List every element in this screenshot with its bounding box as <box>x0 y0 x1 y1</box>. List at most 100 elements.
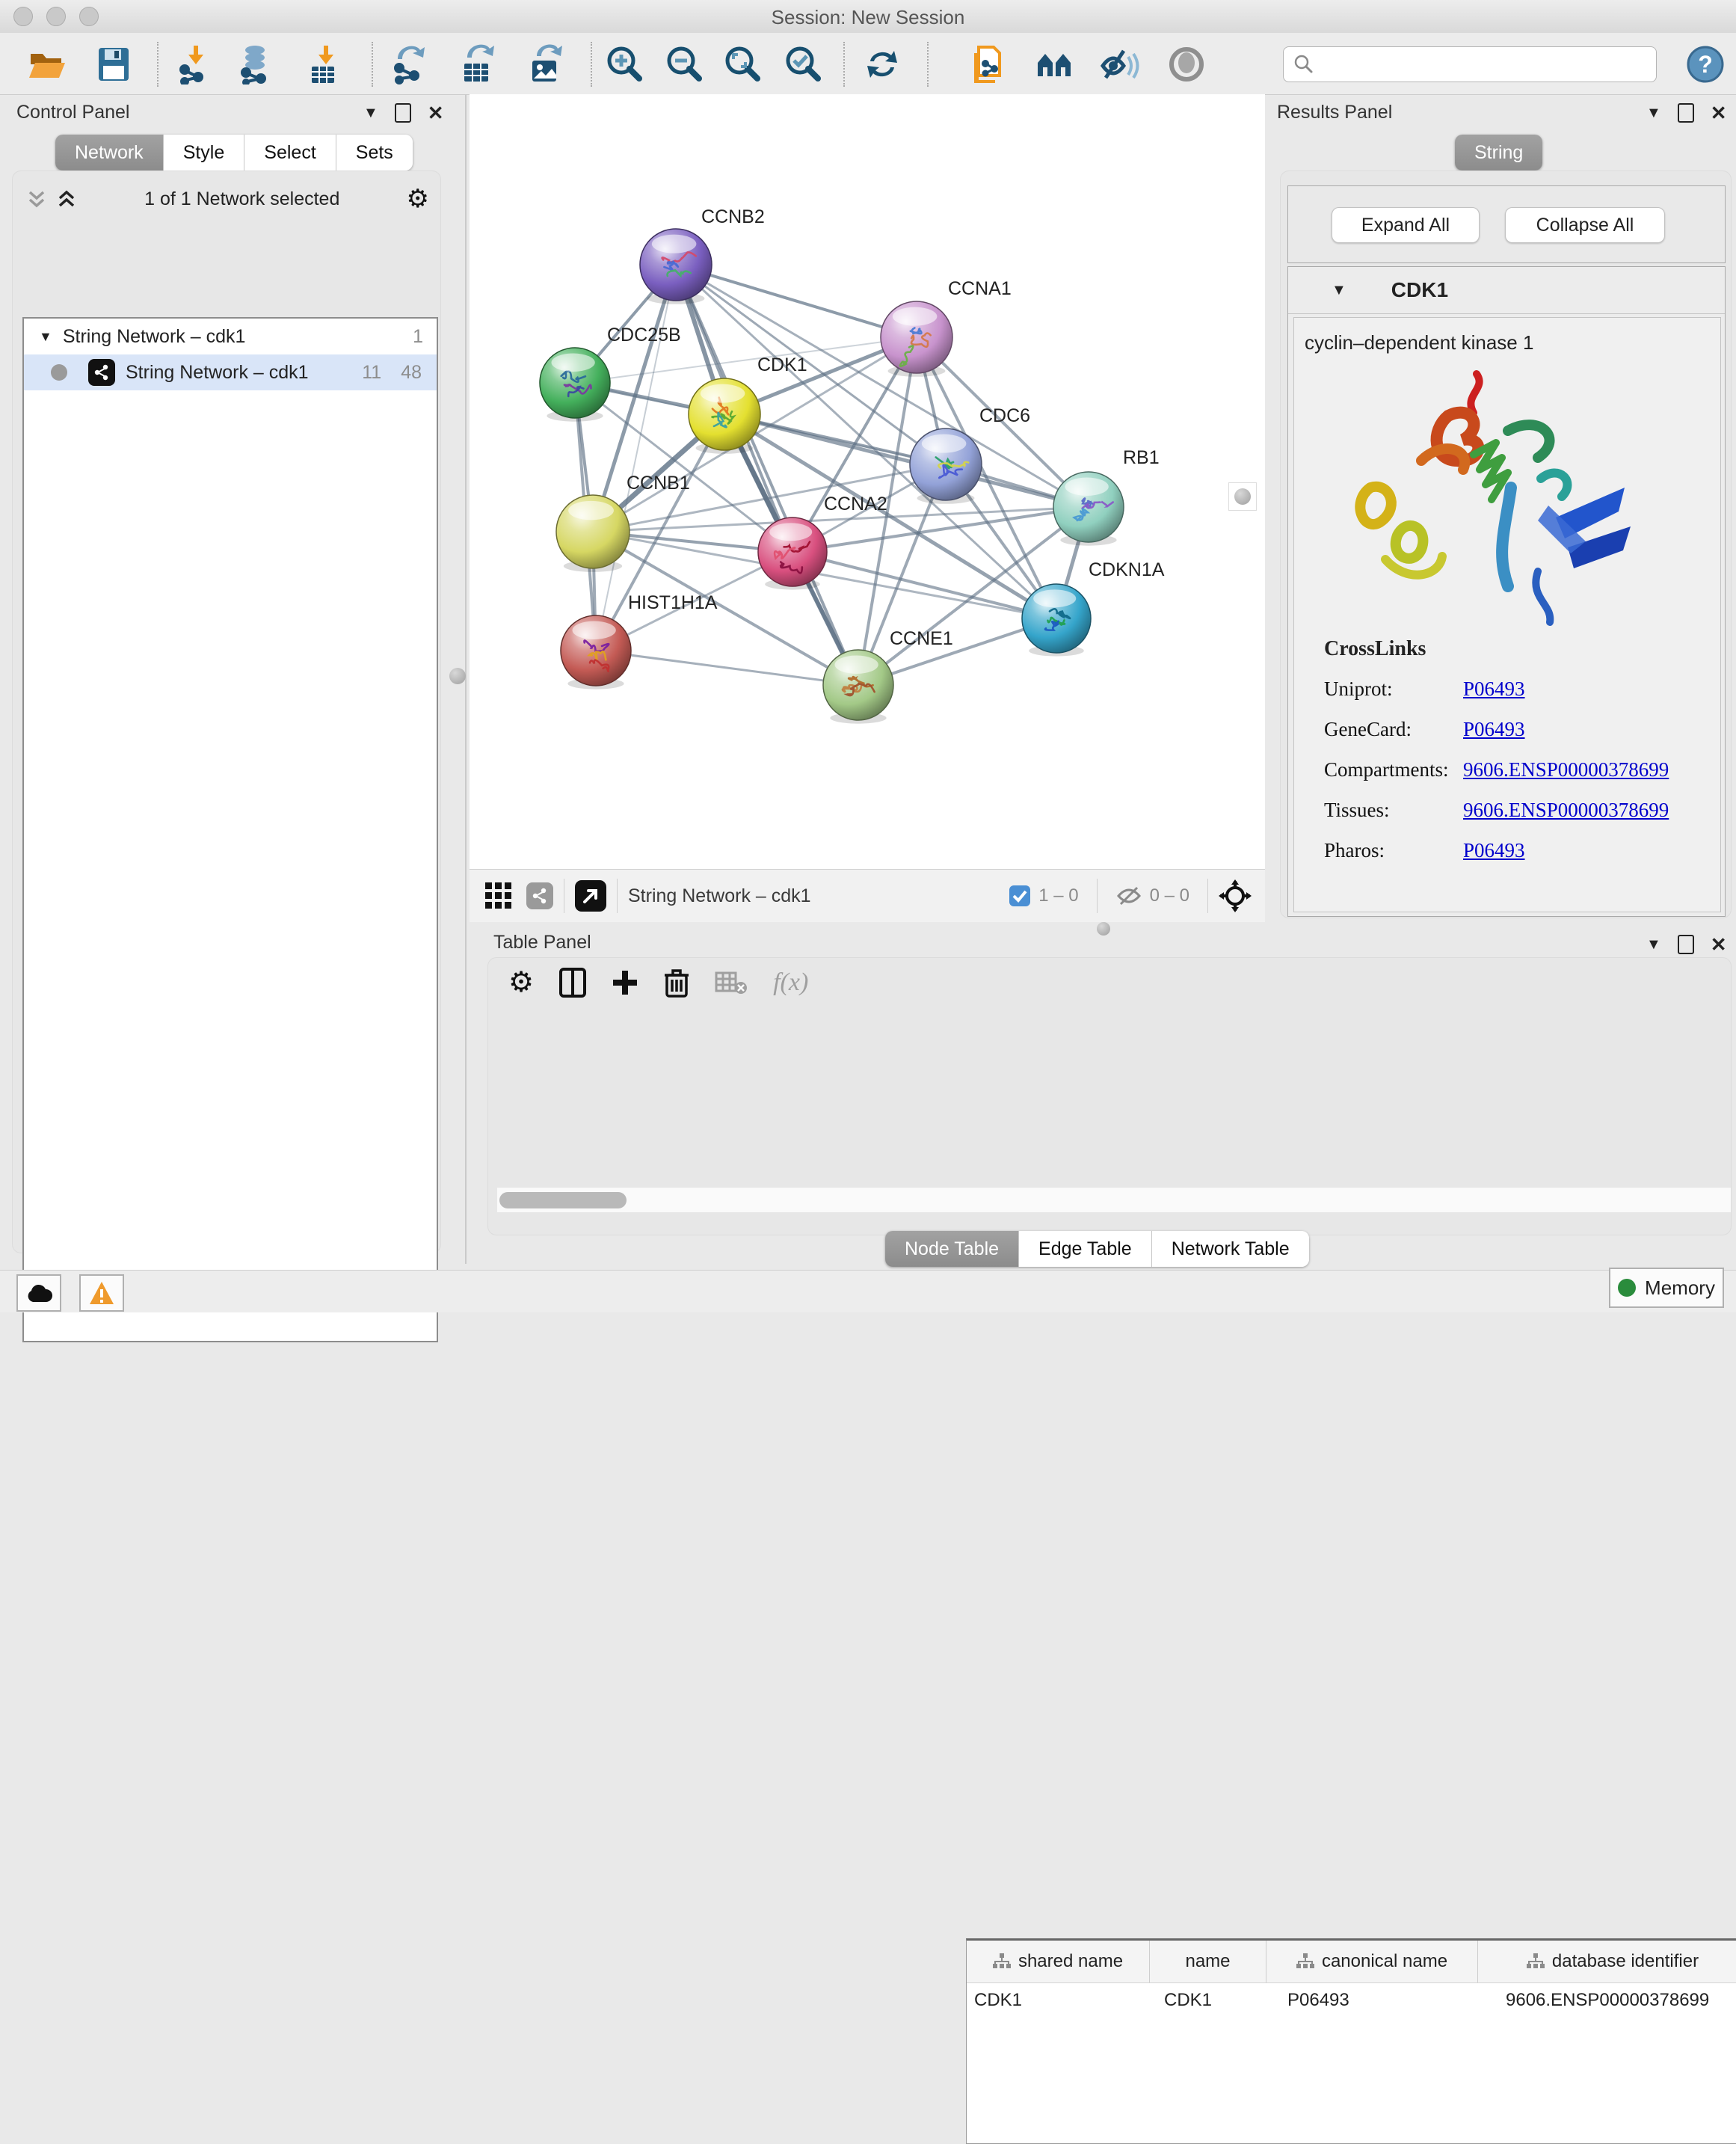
birds-eye-view-icon[interactable] <box>1219 879 1252 912</box>
column-header-database-identifier[interactable]: database identifier <box>1478 1941 1736 1982</box>
table-panel-float-icon[interactable] <box>1678 935 1694 954</box>
control-panel-close-icon[interactable]: ✕ <box>428 103 444 123</box>
table-row[interactable]: CDK1 CDK1 P06493 9606.ENSP00000378699 cy… <box>967 1983 1736 2018</box>
collapse-all-icon[interactable] <box>25 188 48 210</box>
hide-graphics-details-icon[interactable] <box>1098 43 1140 85</box>
network-node-HIST1H1A[interactable]: HIST1H1A <box>561 592 718 689</box>
crosslink-compartments-link[interactable]: 9606.ENSP00000378699 <box>1463 758 1669 781</box>
cell-canonical-name[interactable]: P06493 <box>1280 1990 1498 2011</box>
edge-CCNB2-CCNA1[interactable] <box>676 265 917 337</box>
expand-all-button[interactable]: Expand All <box>1332 207 1480 243</box>
cell-shared-name[interactable]: CDK1 <box>967 1990 1157 2011</box>
control-panel-float-icon[interactable] <box>395 103 411 123</box>
results-panel-close-icon[interactable]: ✕ <box>1711 103 1727 123</box>
export-table-icon[interactable] <box>458 43 499 85</box>
column-header-canonical-name[interactable]: canonical name <box>1266 1941 1478 1982</box>
import-network-file-icon[interactable] <box>175 43 217 85</box>
network-canvas[interactable]: CCNB2CCNA1CDC25BCDK1CDC6RB1CCNB1CCNA2CDK… <box>470 94 1265 869</box>
network-collection-row[interactable]: ▼ String Network – cdk1 1 <box>24 319 437 354</box>
toolbar-separator <box>157 42 158 87</box>
gene-collapse-icon[interactable]: ▼ <box>1332 282 1346 299</box>
control-panel-menu-icon[interactable]: ▼ <box>363 105 378 120</box>
show-columns-icon[interactable] <box>559 968 586 998</box>
string-network-badge-icon[interactable] <box>526 882 553 909</box>
save-session-icon[interactable] <box>93 43 135 85</box>
zoom-in-icon[interactable] <box>604 43 646 85</box>
right-divider-drag-handle[interactable] <box>1234 488 1251 505</box>
export-image-icon[interactable] <box>526 43 567 85</box>
network-node-CCNA1[interactable]: CCNA1 <box>881 278 1012 377</box>
refresh-icon[interactable] <box>861 43 903 85</box>
network-node-RB1[interactable]: RB1 <box>1053 447 1160 546</box>
automation-cloud-button[interactable] <box>16 1274 61 1312</box>
export-network-icon[interactable] <box>388 43 430 85</box>
crosslink-uniprot-link[interactable]: P06493 <box>1463 678 1525 701</box>
edge-CCNB2-CCNE1[interactable] <box>676 265 858 685</box>
tab-network-table[interactable]: Network Table <box>1152 1231 1309 1267</box>
network-node-CCNE1[interactable]: CCNE1 <box>823 628 953 724</box>
cell-name[interactable]: CDK1 <box>1157 1990 1280 2011</box>
right-divider-handle-button[interactable] <box>1228 482 1257 511</box>
table-scrollbar-thumb[interactable] <box>499 1192 627 1208</box>
import-network-database-icon[interactable] <box>235 43 277 85</box>
hidden-eye-icon <box>1115 885 1142 907</box>
collection-count: 1 <box>413 326 423 348</box>
zoom-fit-icon[interactable] <box>722 43 764 85</box>
memory-button[interactable]: Memory <box>1609 1268 1724 1308</box>
network-node-CCNB2[interactable]: CCNB2 <box>640 206 765 304</box>
show-hide-annotations-icon[interactable] <box>1035 43 1077 85</box>
collapse-all-button[interactable]: Collapse All <box>1505 207 1665 243</box>
crosslink-tissues-link[interactable]: 9606.ENSP00000378699 <box>1463 799 1669 822</box>
edge-HIST1H1A-CCNE1[interactable] <box>596 651 858 685</box>
delete-column-icon[interactable] <box>664 968 689 998</box>
left-panel-divider[interactable] <box>465 94 467 1264</box>
column-header-shared-name[interactable]: shared name <box>967 1941 1150 1982</box>
table-panel: Table Panel ▼ ✕ ⚙ f(x) shared name name … <box>470 929 1736 1264</box>
gene-section-header[interactable]: ▼ CDK1 <box>1288 267 1725 314</box>
table-settings-gear-icon[interactable]: ⚙ <box>508 968 534 997</box>
search-field[interactable] <box>1283 46 1657 82</box>
table-horizontal-scrollbar[interactable] <box>497 1187 1731 1212</box>
selected-checkbox-icon[interactable] <box>1009 885 1031 907</box>
column-header-name[interactable]: name <box>1150 1941 1266 1982</box>
warnings-button[interactable] <box>79 1274 124 1312</box>
network-node-CDC25B[interactable]: CDC25B <box>540 325 681 422</box>
collection-name: String Network – cdk1 <box>63 326 246 348</box>
tab-string[interactable]: String <box>1455 135 1542 171</box>
tab-sets[interactable]: Sets <box>336 135 413 171</box>
collection-expand-icon[interactable]: ▼ <box>39 329 52 345</box>
edge-CDK1-RB1[interactable] <box>724 414 1089 507</box>
toolbar-separator <box>617 879 618 913</box>
network-node-CDKN1A[interactable]: CDKN1A <box>1022 559 1165 657</box>
results-panel-menu-icon[interactable]: ▼ <box>1646 105 1661 120</box>
network-node-CDK1[interactable]: CDK1 <box>689 354 807 454</box>
zoom-out-icon[interactable] <box>664 43 706 85</box>
zoom-selected-icon[interactable] <box>783 43 825 85</box>
expand-all-icon[interactable] <box>55 188 78 210</box>
tab-select[interactable]: Select <box>244 135 336 171</box>
add-column-icon[interactable] <box>612 969 638 996</box>
table-panel-menu-icon[interactable]: ▼ <box>1646 937 1661 952</box>
tab-style[interactable]: Style <box>164 135 245 171</box>
open-in-window-icon[interactable] <box>575 880 606 912</box>
tab-edge-table[interactable]: Edge Table <box>1019 1231 1152 1267</box>
search-input[interactable] <box>1321 49 1656 80</box>
network-node-CCNB1[interactable]: CCNB1 <box>556 473 690 572</box>
open-session-icon[interactable] <box>25 43 67 85</box>
left-divider-drag-handle[interactable] <box>449 668 466 684</box>
duplicate-network-icon[interactable] <box>967 43 1009 85</box>
grid-view-icon[interactable] <box>484 882 513 910</box>
crosslink-pharos-link[interactable]: P06493 <box>1463 839 1525 862</box>
graphics-toggle-sphere-icon[interactable] <box>1166 43 1207 85</box>
network-options-gear-icon[interactable]: ⚙ <box>407 186 429 212</box>
tab-node-table[interactable]: Node Table <box>885 1231 1019 1267</box>
help-icon[interactable]: ? <box>1684 43 1726 85</box>
network-graph[interactable]: CCNB2CCNA1CDC25BCDK1CDC6RB1CCNB1CCNA2CDK… <box>470 94 1265 869</box>
table-panel-close-icon[interactable]: ✕ <box>1711 935 1727 954</box>
import-table-file-icon[interactable] <box>305 43 347 85</box>
results-panel-float-icon[interactable] <box>1678 103 1694 123</box>
network-row-selected[interactable]: String Network – cdk1 11 48 <box>24 354 437 390</box>
tab-network[interactable]: Network <box>55 135 164 171</box>
cell-database-identifier[interactable]: 9606.ENSP00000378699 <box>1498 1990 1736 2011</box>
crosslink-genecard-link[interactable]: P06493 <box>1463 718 1525 741</box>
